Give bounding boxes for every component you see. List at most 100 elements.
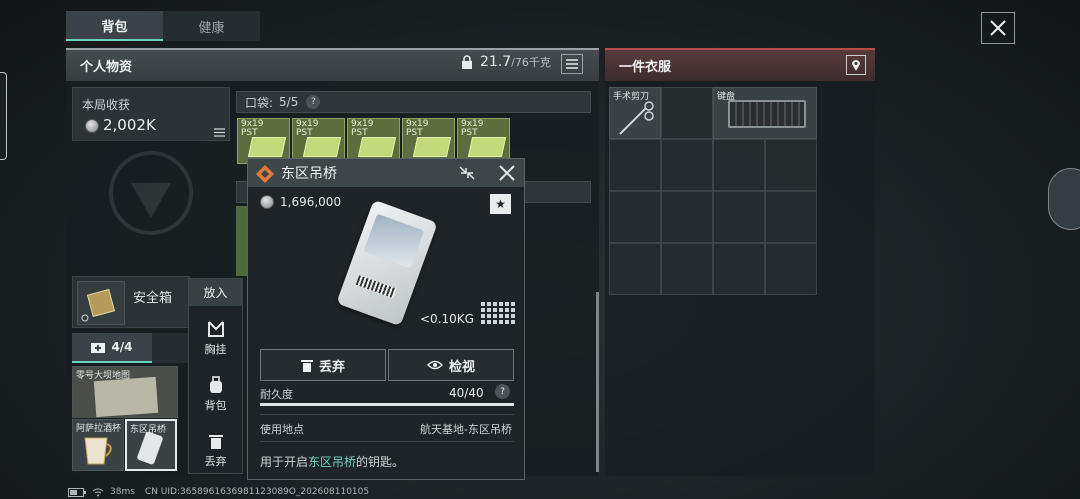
container-item-map[interactable]: 零号大坝地图 (72, 366, 178, 418)
item-detail-header: 东区吊桥 (248, 159, 524, 187)
safe-box-icon (77, 281, 125, 325)
discard-action[interactable]: 丢弃 (189, 423, 242, 477)
tab-health[interactable]: 健康 (163, 11, 260, 41)
medkit-icon (91, 343, 106, 353)
coin-icon (85, 119, 99, 133)
grid-slot[interactable] (713, 139, 765, 191)
ammo-box-icon (357, 137, 397, 157)
container-tab-2[interactable] (152, 333, 188, 363)
location-value: 航天基地-东区吊桥 (420, 423, 512, 436)
put-into-backpack[interactable]: 背包 (189, 367, 242, 421)
keycard-icon (136, 430, 164, 466)
item-price: 1,696,000 (260, 195, 341, 209)
keycard-image (336, 199, 438, 327)
grid-slot[interactable] (765, 191, 817, 243)
item-detail-popup: 东区吊桥 1,696,000 ★ <0.10KG 丢弃 检视 耐久度 40/40… (247, 158, 525, 480)
desc-suffix: 的钥匙。 (356, 455, 405, 469)
discard-label: 丢弃 (318, 359, 345, 375)
clothing-item-keyboard[interactable]: 键盘 (713, 87, 817, 139)
item-weight: <0.10KG (420, 312, 474, 326)
floating-app-button[interactable] (1048, 168, 1080, 230)
size-grid-icon (481, 302, 515, 324)
grid-slot[interactable] (765, 243, 817, 295)
item-title: 东区吊桥 (281, 166, 337, 182)
discard-button[interactable]: 丢弃 (260, 349, 386, 381)
durability-value: 40/40 (449, 386, 484, 400)
help-icon[interactable]: ? (306, 95, 321, 109)
list-icon[interactable] (214, 128, 225, 137)
panel-title: 个人物资 (80, 60, 133, 75)
grid-slot[interactable] (661, 243, 713, 295)
pin-icon (852, 60, 860, 71)
container-tab-count: 4/4 (111, 340, 133, 354)
grid-slot[interactable] (609, 243, 661, 295)
status-bar: 38ms CN UID:3658961636981123089O_2026081… (68, 487, 369, 497)
ammo-label: 9x19 PST (351, 119, 374, 138)
faction-emblem-icon (109, 151, 193, 235)
put-into-title: 放入 (189, 279, 242, 306)
eye-icon (427, 360, 443, 370)
trash-icon (208, 434, 223, 449)
inspect-label: 检视 (448, 359, 475, 375)
grid-slot[interactable] (661, 191, 713, 243)
close-icon (990, 20, 1006, 36)
ammo-label: 9x19 PST (461, 119, 484, 138)
scissors-icon (619, 101, 654, 135)
weight-current: 21.7 (480, 54, 512, 70)
ammo-label: 9x19 PST (241, 119, 264, 138)
safe-box-label: 安全箱 (133, 291, 173, 306)
inspect-button[interactable]: 检视 (388, 349, 514, 381)
container-tab-medkit[interactable]: 4/4 (72, 333, 152, 363)
grid-slot[interactable] (661, 87, 713, 139)
weight-display: 21.7 /76千克 (460, 54, 551, 70)
menu-item-label: 胸挂 (204, 342, 227, 356)
help-icon[interactable]: ? (495, 384, 510, 399)
backpack-icon (209, 375, 222, 393)
pocket-label: 口袋: (245, 95, 274, 110)
pocket-header: 口袋: 5/5 ? (236, 91, 591, 113)
container-item-cup[interactable]: 阿萨拉酒杯 (72, 419, 124, 471)
harvest-value: 2,002K (103, 116, 156, 134)
ammo-box-icon (302, 137, 342, 157)
clothing-title: 一件衣服 (619, 60, 672, 75)
grid-slot[interactable] (713, 243, 765, 295)
container-item-keycard[interactable]: 东区吊桥 (125, 419, 177, 471)
item-label: 零号大坝地图 (76, 371, 131, 381)
scrollbar[interactable] (596, 292, 599, 472)
put-into-chest-rig[interactable]: 胸挂 (189, 311, 242, 365)
tab-backpack[interactable]: 背包 (66, 11, 163, 41)
menu-item-label: 背包 (204, 398, 227, 412)
session-harvest-card: 本局收获 2,002K (72, 87, 230, 141)
uid-text: CN UID:3658961636981123089O_202608110105 (144, 487, 370, 497)
ammo-box-icon (412, 137, 452, 157)
desc-highlight: 东区吊桥 (308, 455, 357, 469)
clothing-header: 一件衣服 (605, 48, 875, 81)
collapse-icon[interactable] (458, 165, 476, 181)
grid-slot[interactable] (609, 139, 661, 191)
safe-box-slot[interactable]: 安全箱 (72, 276, 190, 328)
close-button[interactable] (981, 12, 1015, 44)
put-into-menu: 放入 胸挂 背包 丢弃 (188, 278, 243, 474)
sort-list-button[interactable] (561, 54, 583, 74)
menu-item-label: 丢弃 (204, 454, 227, 468)
durability-bar (260, 403, 514, 406)
grid-slot[interactable] (609, 191, 661, 243)
cup-icon (84, 437, 112, 465)
side-drawer-handle[interactable] (0, 72, 7, 160)
favorite-button[interactable]: ★ (490, 194, 511, 214)
location-label: 使用地点 (260, 423, 304, 436)
grid-slot[interactable] (661, 139, 713, 191)
keyboard-icon (728, 100, 806, 128)
grid-slot[interactable] (765, 139, 817, 191)
divider (260, 414, 514, 415)
pocket-count: 5/5 (279, 95, 299, 109)
location-pin-button[interactable] (846, 55, 866, 75)
durability-label: 耐久度 (260, 388, 293, 401)
close-icon[interactable] (498, 164, 516, 182)
wifi-icon (92, 488, 104, 496)
lock-icon (462, 54, 472, 69)
grid-slot[interactable] (713, 191, 765, 243)
divider (260, 441, 514, 442)
coin-icon (260, 195, 274, 209)
clothing-item-scissors[interactable]: 手术剪刀 (609, 87, 661, 139)
